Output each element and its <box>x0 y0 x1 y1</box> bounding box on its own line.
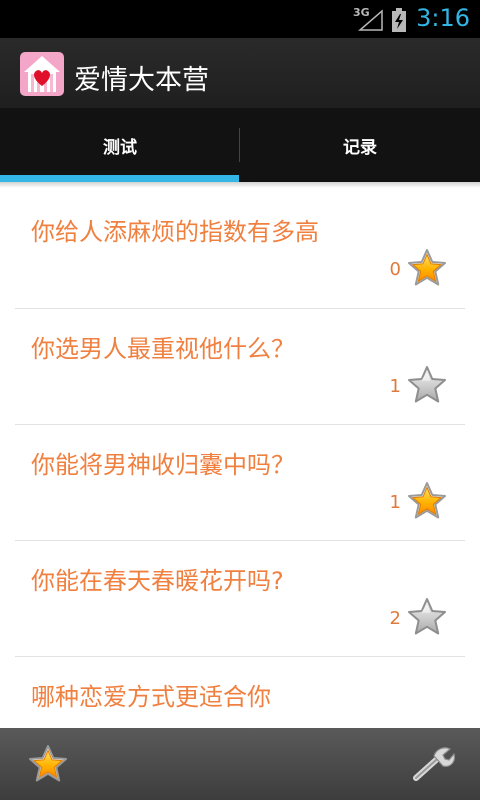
list-item[interactable]: 你选男人最重视他什么？ 1 <box>15 309 465 425</box>
list-item[interactable]: 哪种恋爱方式更适合你 <box>15 657 465 728</box>
list-item-title: 你给人添麻烦的指数有多高 <box>31 218 319 246</box>
tab-shadow <box>0 182 480 188</box>
status-bar: 3G 3:16 <box>0 0 480 38</box>
tab-records[interactable]: 记录 <box>240 108 480 182</box>
tab-records-label: 记录 <box>343 137 377 158</box>
app-title: 爱情大本营 <box>74 65 209 96</box>
favorite-star-icon[interactable] <box>28 744 68 784</box>
house-heart-app-icon[interactable] <box>20 52 64 96</box>
tab-bar: 测试 记录 <box>0 108 480 182</box>
tab-test[interactable]: 测试 <box>0 108 240 182</box>
favorite-count: 1 <box>389 376 401 397</box>
list-item-title: 你能将男神收归囊中吗？ <box>31 451 295 479</box>
star-icon[interactable] <box>407 597 447 637</box>
clock: 3:16 <box>416 4 470 32</box>
star-icon[interactable] <box>407 365 447 405</box>
signal-icon <box>358 9 383 31</box>
favorite-count: 2 <box>389 608 401 629</box>
star-icon[interactable] <box>407 481 447 521</box>
wrench-settings-icon[interactable] <box>410 744 456 784</box>
action-bar: 爱情大本营 <box>0 38 480 108</box>
list-item[interactable]: 你能在春天春暖花开吗? 2 <box>15 541 465 657</box>
bottom-action-bar <box>0 728 480 800</box>
list-item-title: 哪种恋爱方式更适合你 <box>31 683 271 711</box>
tab-test-label: 测试 <box>103 137 137 158</box>
favorite-count: 0 <box>389 259 401 280</box>
selected-tab-indicator <box>0 175 239 182</box>
list-item-title: 你选男人最重视他什么？ <box>31 335 295 363</box>
test-list: 你给人添麻烦的指数有多高 0 你选男人最重视他什么？ 1 你能将男神收归囊中吗？… <box>0 192 480 728</box>
star-icon[interactable] <box>407 248 447 288</box>
list-item[interactable]: 你能将男神收归囊中吗？ 1 <box>15 425 465 541</box>
list-item-title: 你能在春天春暖花开吗? <box>31 567 284 595</box>
favorite-count: 1 <box>389 492 401 513</box>
list-item[interactable]: 你给人添麻烦的指数有多高 0 <box>15 192 465 308</box>
battery-charging-icon <box>392 8 406 32</box>
